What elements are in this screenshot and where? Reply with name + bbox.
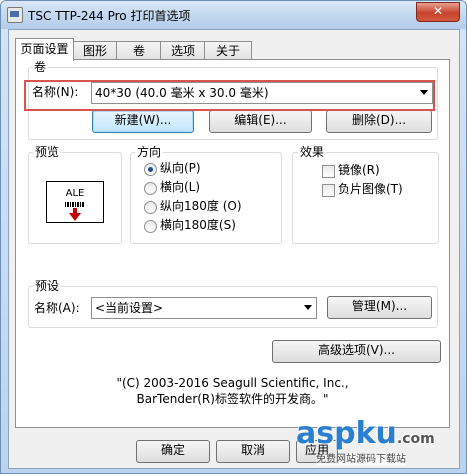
preset-name-value: <当前设置> [95,301,164,315]
watermark-suffix: .com [396,431,435,447]
portrait-label: 纵向(P) [160,161,201,175]
dialog-window: TSC TTP-244 Pro 打印首选项 ✕ 页面设置 图形 卷 选项 关于 … [0,0,467,474]
watermark-main-text: aspku [296,416,397,451]
portrait-180-label: 纵向180度 (O) [160,199,242,213]
negative-image-checkbox[interactable] [322,184,335,197]
close-button[interactable]: ✕ [416,2,460,22]
watermark-logo: aspku.com [296,418,435,455]
label-preview: ALE [46,181,104,223]
chevron-down-icon [304,305,312,310]
preset-group-label: 预设 [33,279,62,293]
barcode-icon [65,202,85,207]
highlight-box [24,80,435,111]
roll-group-label: 卷 [32,60,49,74]
delete-roll-button[interactable]: 删除(D)... [326,110,432,133]
cancel-button[interactable]: 取消 [216,440,290,463]
copyright-line-2: BarTender(R)标签软件的开发商。" [136,392,329,406]
new-roll-button[interactable]: 新建(W)... [92,110,194,133]
tab-about[interactable]: 关于 [204,41,252,60]
manage-presets-button[interactable]: 管理(M)... [327,296,432,319]
preview-group: ALE [28,152,122,244]
tab-options[interactable]: 选项 [160,41,206,60]
tab-page-setup[interactable]: 页面设置 [15,38,74,61]
landscape-label: 横向(L) [160,180,201,194]
effects-group-label: 效果 [298,145,327,159]
radio-landscape[interactable] [144,182,157,195]
advanced-options-button[interactable]: 高级选项(V)... [272,340,441,363]
edit-roll-button[interactable]: 编辑(E)... [209,110,312,133]
title-bar[interactable]: TSC TTP-244 Pro 打印首选项 ✕ [1,1,466,29]
printer-icon [7,7,23,23]
watermark-subtitle: 免费网站源码下载站 [316,454,406,466]
landscape-180-label: 横向180度(S) [160,218,236,232]
orientation-group-label: 方向 [135,145,164,159]
preview-group-label: 预览 [33,145,62,159]
tab-graphics[interactable]: 图形 [72,41,118,60]
window-title: TSC TTP-244 Pro 打印首选项 [28,9,191,23]
feed-direction-arrow-icon [69,208,81,221]
preset-name-combobox[interactable]: <当前设置> [91,297,317,319]
tab-roll[interactable]: 卷 [116,41,162,60]
site-watermark: aspku.com 免费网站源码下载站 [296,418,456,470]
copyright-line-1: "(C) 2003-2016 Seagull Scientific, Inc., [116,376,349,390]
ok-button[interactable]: 确定 [136,440,210,463]
radio-portrait[interactable] [144,163,157,176]
mirror-label: 镜像(R) [338,163,380,177]
preset-name-label: 名称(A): [34,301,80,315]
negative-image-label: 负片图像(T) [338,182,403,196]
radio-landscape-180[interactable] [144,220,157,233]
page-setup-panel: 卷 名称(N): 40*30 (40.0 毫米 x 30.0 毫米) 新建(W)… [15,59,450,428]
mirror-checkbox[interactable] [322,165,335,178]
preview-sample-text: ALE [65,188,85,199]
radio-portrait-180[interactable] [144,201,157,214]
